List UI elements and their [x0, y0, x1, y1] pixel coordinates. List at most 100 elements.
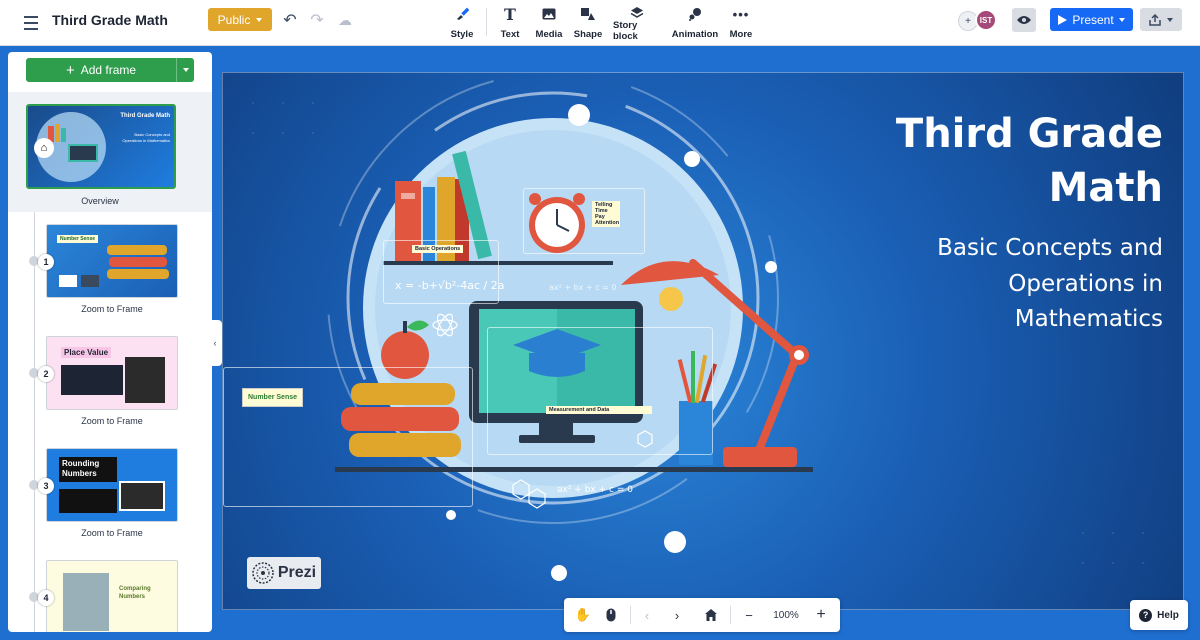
embedded-frame-measurement[interactable]: Measurement and Data	[487, 327, 713, 455]
redo-icon[interactable]: ↷	[307, 10, 327, 30]
presentation-canvas[interactable]: x = -b+√b²-4ac / 2a ax² + bx + c = 0 ax²…	[222, 72, 1184, 610]
visibility-button[interactable]: Public	[208, 8, 272, 31]
overview-thumbnail[interactable]: ⌂ Third Grade Math Basic Concepts and Op…	[26, 104, 176, 189]
thumb-book	[55, 124, 60, 142]
formula-equation: ax² + bx + c = 0	[549, 283, 617, 292]
shape-icon	[581, 6, 595, 22]
frame-caption[interactable]: Zoom to Frame	[46, 528, 178, 538]
image-icon	[542, 6, 556, 22]
prezi-logo-text: Prezi	[277, 564, 317, 581]
help-label: Help	[1157, 609, 1179, 621]
tool-label: Text	[500, 29, 520, 40]
thumb-subtitle: Basic Concepts and Operations in Mathema…	[122, 132, 170, 143]
canvas-title[interactable]: Third Grade Math	[863, 107, 1163, 215]
thumb-title: Third Grade Math	[120, 113, 170, 119]
frame-caption[interactable]: Zoom to Frame	[46, 304, 178, 314]
embedded-frame-number-sense[interactable]: Number Sense	[223, 367, 473, 507]
collapse-sidebar-handle[interactable]: ‹	[208, 320, 222, 366]
add-frame-button[interactable]: + Add frame	[26, 58, 194, 82]
thumb-text-block	[61, 365, 123, 395]
hand-tool-icon[interactable]: ✋	[574, 606, 592, 624]
tool-more[interactable]: ••• More	[729, 6, 753, 41]
next-icon[interactable]: ›	[668, 606, 686, 624]
tool-style[interactable]: Style	[449, 6, 475, 40]
add-frame-main[interactable]: + Add frame	[26, 58, 176, 82]
thumb-title: Rounding Numbers	[59, 457, 117, 482]
present-button[interactable]: Present	[1050, 8, 1133, 31]
add-frame-dropdown[interactable]	[176, 58, 194, 82]
preview-button[interactable]	[1012, 8, 1036, 32]
undo-icon[interactable]: ↶	[280, 10, 300, 30]
frame-note: Basic Operations	[412, 245, 464, 253]
zoom-in-icon[interactable]: +	[812, 606, 830, 624]
collaborators[interactable]: + IST	[958, 9, 998, 31]
home-icon: ⌂	[34, 138, 54, 158]
tool-story-block[interactable]: Story block	[613, 6, 661, 42]
canvas-subtitle[interactable]: Basic Concepts and Operations in Mathema…	[863, 231, 1163, 338]
thumb-text-block	[59, 489, 117, 513]
overview-label: Overview	[81, 196, 119, 206]
document-title[interactable]: Third Grade Math	[52, 12, 168, 28]
chevron-down-icon	[182, 68, 189, 72]
thumb-book	[107, 269, 169, 279]
home-icon[interactable]	[702, 606, 720, 624]
thumb-title: Number Sense	[57, 235, 99, 243]
thumb-title: Comparing Numbers	[119, 586, 151, 601]
thumb-monitor	[68, 144, 98, 162]
previous-icon[interactable]: ‹	[638, 606, 656, 624]
tool-text[interactable]: T Text	[498, 4, 522, 41]
tool-animation[interactable]: Animation	[672, 6, 718, 40]
tool-label: Media	[535, 29, 563, 40]
zoom-out-icon[interactable]: −	[740, 606, 758, 624]
top-toolbar: Third Grade Math Public ↶ ↷ ☁ Style T Te…	[0, 0, 1200, 46]
frame-caption[interactable]: Zoom to Frame	[46, 416, 178, 426]
formula-equation: ax² + bx + c = 0	[557, 485, 633, 495]
play-icon	[1058, 14, 1068, 25]
thumb-photo	[81, 275, 99, 287]
chevron-down-icon	[1167, 17, 1173, 22]
frame-thumbnail[interactable]: Number Sense	[46, 224, 178, 298]
avatar[interactable]: IST	[975, 9, 997, 31]
thumb-book	[107, 245, 167, 255]
text-icon: T	[504, 4, 516, 24]
frame-number: 1	[38, 254, 54, 270]
prezi-logo-icon	[252, 562, 274, 584]
chevron-down-icon	[256, 17, 263, 22]
thumb-photo	[63, 573, 109, 631]
brush-icon	[455, 6, 469, 22]
tool-shape[interactable]: Shape	[574, 6, 602, 40]
frame-thumbnail[interactable]: Place Value	[46, 336, 178, 410]
frame-item[interactable]: Rounding Numbers 3 Zoom to Frame	[24, 448, 194, 542]
more-icon: •••	[732, 6, 750, 22]
eye-icon	[1017, 16, 1031, 24]
hamburger-menu-icon[interactable]	[18, 12, 44, 34]
cloud-sync-icon: ☁	[338, 11, 352, 28]
zoom-level[interactable]: 100%	[768, 606, 804, 624]
plus-icon: +	[65, 61, 75, 79]
frame-note: Number Sense	[242, 388, 304, 407]
present-label: Present	[1072, 12, 1114, 27]
tool-media[interactable]: Media	[535, 6, 563, 40]
layers-icon	[630, 6, 644, 20]
overview-item[interactable]: ⌂ Third Grade Math Basic Concepts and Op…	[8, 92, 212, 212]
frame-item[interactable]: Comparing Numbers 4	[24, 560, 194, 632]
frames-sidebar: + Add frame ⌂ Third Grade Math Basic Con…	[8, 52, 212, 632]
frame-item[interactable]: Number Sense 1 Zoom to Frame	[24, 224, 194, 318]
help-button[interactable]: ? Help	[1130, 600, 1188, 630]
export-button[interactable]	[1140, 8, 1182, 31]
embedded-frame-time[interactable]: Telling Time Pay Attention	[523, 188, 645, 254]
frame-note: Measurement and Data	[546, 406, 652, 414]
mouse-icon[interactable]	[602, 606, 620, 624]
thumb-photo	[119, 481, 165, 511]
help-icon: ?	[1139, 608, 1153, 622]
sparkle-icon	[688, 6, 702, 22]
frame-item[interactable]: Place Value 2 Zoom to Frame	[24, 336, 194, 430]
nav-divider	[730, 606, 731, 624]
tool-label: Story block	[613, 20, 638, 42]
embedded-frame-operations[interactable]: Basic Operations	[383, 240, 499, 304]
frame-thumbnail[interactable]: Comparing Numbers	[46, 560, 178, 632]
frame-note: Telling Time Pay Attention	[592, 201, 620, 227]
add-frame-label: Add frame	[80, 63, 137, 77]
thumb-photo	[125, 357, 165, 403]
frame-thumbnail[interactable]: Rounding Numbers	[46, 448, 178, 522]
